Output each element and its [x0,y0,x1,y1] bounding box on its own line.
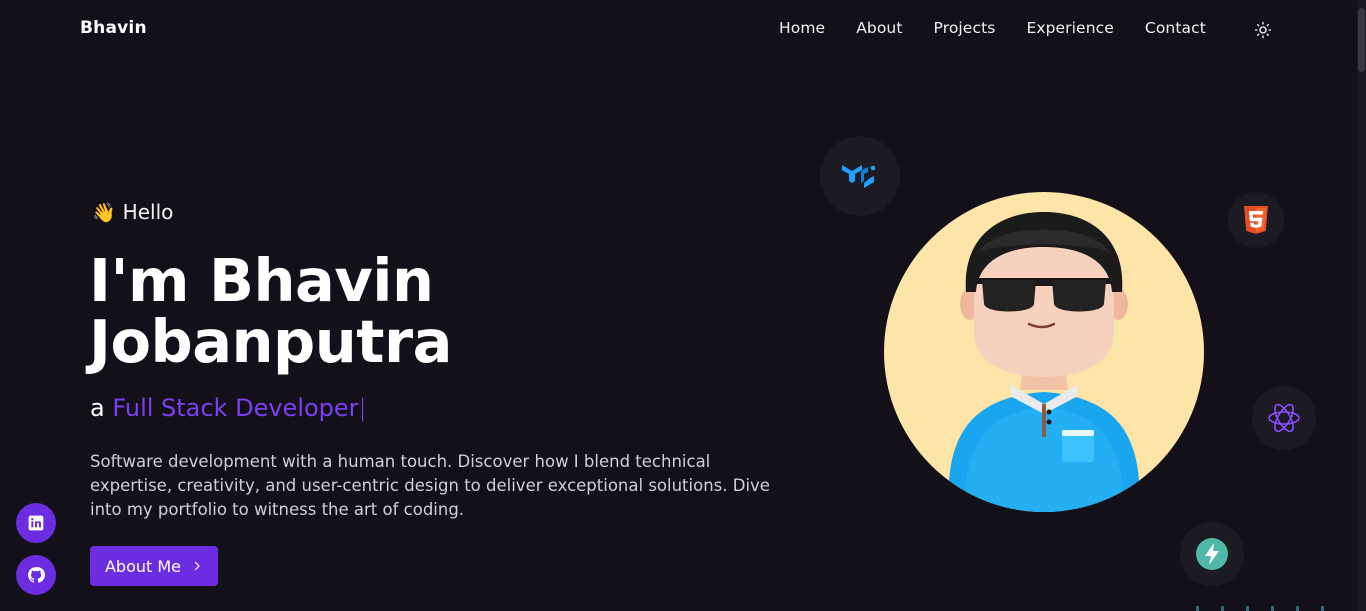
bolt-badge [1180,522,1244,586]
avatar-illustration [948,212,1140,512]
graphql-badge [1252,386,1316,450]
github-button[interactable] [16,555,56,595]
material-ui-badge [820,136,900,216]
material-ui-icon [842,165,876,188]
role-text: Full Stack Developer [112,394,359,422]
github-icon [28,567,45,583]
hero-description: Software development with a human touch.… [90,452,770,519]
decorative-dots [1196,606,1356,611]
main-nav: Home About Projects Experience Contact [779,19,1237,37]
scrollbar-thumb[interactable] [1358,8,1365,72]
nav-projects[interactable]: Projects [934,19,996,37]
hero-title: I'm Bhavin Jobanputra [89,250,452,372]
avatar [884,192,1204,512]
html5-badge [1228,192,1284,248]
about-me-label: About Me [104,556,182,576]
chevron-right-icon [194,561,200,571]
greeting-text: Hello [122,200,174,224]
theme-toggle-button[interactable] [1253,20,1273,40]
role-prefix: a [90,394,105,422]
nav-about[interactable]: About [856,19,902,37]
hero-title-line1: I'm Bhavin [89,246,434,315]
typing-cursor: | [358,394,367,422]
wave-icon: 👋 [92,201,116,224]
hero-title-line2: Jobanputra [89,307,452,376]
linkedin-icon [28,515,44,531]
graphql-icon [1268,403,1300,433]
bolt-icon [1196,538,1228,570]
brand-logo[interactable]: Bhavin [80,18,147,38]
nav-experience[interactable]: Experience [1026,19,1113,37]
nav-home[interactable]: Home [779,19,825,37]
greeting: 👋 Hello [92,200,173,224]
nav-contact[interactable]: Contact [1145,19,1206,37]
scrollbar[interactable] [1357,0,1366,611]
role-line: a Full Stack Developer| [90,394,367,422]
about-me-button[interactable]: About Me [90,546,218,586]
linkedin-button[interactable] [16,503,56,543]
html5-icon [1244,206,1268,234]
sun-icon [1254,21,1272,39]
